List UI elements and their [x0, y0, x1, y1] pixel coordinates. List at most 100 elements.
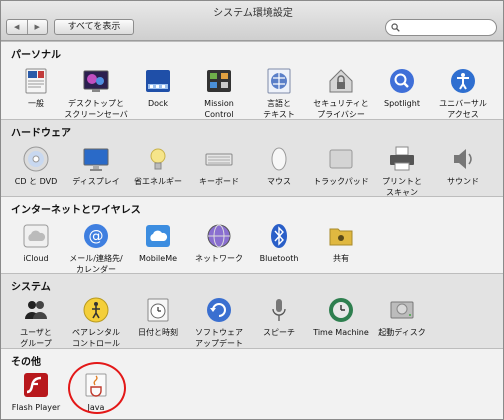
- pane-label: 共有: [333, 254, 349, 263]
- pane-sharing[interactable]: 共有: [309, 221, 373, 264]
- pane-label: 日付と時刻: [138, 328, 178, 337]
- cd-dvd-icon: [23, 146, 49, 172]
- icloud-icon: [23, 224, 49, 248]
- pane-sound[interactable]: サウンド: [431, 144, 495, 187]
- pane-language-text[interactable]: 言語と テキスト: [247, 66, 311, 120]
- pane-security-privacy[interactable]: セキュリティと プライバシー: [309, 66, 373, 120]
- pane-network[interactable]: ネットワーク: [187, 221, 251, 264]
- section-title: その他: [11, 357, 41, 368]
- pane-label: 起動ディスク: [378, 328, 426, 337]
- section-personal: パーソナル 一般 デスクトップと スクリーンセーバ Dock Mission C…: [1, 41, 503, 120]
- pane-dock[interactable]: Dock: [126, 66, 190, 109]
- pane-mail-contacts-calendar[interactable]: @ メール/連絡先/ カレンダー: [64, 221, 128, 275]
- mobileme-icon: [146, 225, 170, 247]
- pane-label: Time Machine: [313, 328, 369, 337]
- pane-label: ユーザと グループ: [20, 328, 52, 348]
- pane-label: セキュリティと プライバシー: [313, 99, 369, 119]
- pane-label: デスクトップと スクリーンセーバ: [64, 99, 128, 119]
- pane-keyboard[interactable]: キーボード: [187, 144, 251, 187]
- pane-speech[interactable]: スピーチ: [247, 295, 311, 338]
- pane-label: ペアレンタル コントロール: [72, 328, 120, 348]
- pane-label: ネットワーク: [195, 254, 243, 263]
- pane-universal-access[interactable]: ユニバーサル アクセス: [431, 66, 495, 120]
- pane-time-machine[interactable]: Time Machine: [309, 295, 373, 338]
- pane-date-time[interactable]: 日付と時刻: [126, 295, 190, 338]
- pane-label: ディスプレイ: [72, 177, 120, 186]
- mission-control-icon: [207, 70, 231, 92]
- pane-trackpad[interactable]: トラックパッド: [309, 144, 373, 187]
- annotation-circle: [68, 362, 126, 414]
- section-hardware: ハードウェア CD と DVD ディスプレイ 省エネルギー キーボード マウス …: [1, 119, 503, 198]
- title-bar: システム環境設定 ◀ ▶ すべてを表示: [1, 1, 503, 41]
- pane-startup-disk[interactable]: 起動ディスク: [370, 295, 434, 338]
- pane-label: Mission Control: [204, 99, 234, 119]
- microphone-icon: [272, 299, 286, 321]
- pane-print-scan[interactable]: プリントと スキャン: [370, 144, 434, 198]
- window-title: システム環境設定: [213, 8, 293, 19]
- pane-label: Flash Player: [11, 403, 61, 412]
- section-title: システム: [11, 282, 51, 293]
- pane-label: Dock: [147, 99, 169, 108]
- pane-display[interactable]: ディスプレイ: [64, 144, 128, 187]
- pane-energy-saver[interactable]: 省エネルギー: [126, 144, 190, 187]
- pane-label: プリントと スキャン: [382, 177, 422, 197]
- universal-access-icon: [451, 69, 475, 93]
- pane-label: MobileMe: [138, 254, 178, 263]
- shared-folder-icon: [329, 228, 353, 246]
- system-preferences-window: システム環境設定 ◀ ▶ すべてを表示 パーソナル 一般 デスクトップと スクリ…: [0, 0, 504, 420]
- pane-label: スピーチ: [263, 328, 295, 337]
- pane-software-update[interactable]: ソフトウェア アップデート: [187, 295, 251, 349]
- pane-users-groups[interactable]: ユーザと グループ: [4, 295, 68, 349]
- energy-saver-icon: [150, 148, 166, 170]
- search-input[interactable]: [402, 21, 492, 34]
- pane-label: 言語と テキスト: [263, 99, 295, 119]
- general-icon: [25, 68, 47, 94]
- keyboard-icon: [205, 153, 233, 166]
- bluetooth-icon: [271, 224, 287, 248]
- security-privacy-icon: [329, 69, 353, 93]
- section-internet-wireless: インターネットとワイヤレス iCloud @ メール/連絡先/ カレンダー Mo…: [1, 196, 503, 275]
- spotlight-icon: [390, 69, 414, 93]
- pane-label: ソフトウェア アップデート: [195, 328, 243, 348]
- pane-parental-controls[interactable]: ペアレンタル コントロール: [64, 295, 128, 349]
- pane-label: キーボード: [199, 177, 239, 186]
- search-field[interactable]: [385, 19, 497, 36]
- time-machine-icon: [329, 298, 353, 322]
- pane-mobileme[interactable]: MobileMe: [126, 221, 190, 264]
- pane-mouse[interactable]: マウス: [247, 144, 311, 187]
- pane-label: Spotlight: [384, 99, 420, 108]
- section-title: パーソナル: [11, 50, 61, 61]
- pane-label: ユニバーサル アクセス: [439, 99, 487, 119]
- pane-label: Bluetooth: [259, 254, 299, 263]
- software-update-icon: [207, 298, 231, 322]
- hard-disk-icon: [390, 301, 414, 319]
- dock-icon: [146, 70, 170, 92]
- language-text-icon: [267, 68, 291, 94]
- back-button[interactable]: ◀: [7, 20, 27, 34]
- pane-desktop-screensaver[interactable]: デスクトップと スクリーンセーバ: [64, 66, 128, 120]
- pane-label: 省エネルギー: [134, 177, 182, 186]
- pane-mission-control[interactable]: Mission Control: [187, 66, 251, 120]
- pane-general[interactable]: 一般: [4, 66, 68, 109]
- speaker-icon: [454, 149, 472, 169]
- pane-cd-dvd[interactable]: CD と DVD: [4, 144, 68, 187]
- section-title: ハードウェア: [11, 128, 71, 139]
- pane-bluetooth[interactable]: Bluetooth: [247, 221, 311, 264]
- trackpad-icon: [329, 149, 353, 169]
- flash-player-icon: [24, 373, 48, 397]
- section-system: システム ユーザと グループ ペアレンタル コントロール 日付と時刻 ソフトウェ…: [1, 273, 503, 349]
- section-title: インターネットとワイヤレス: [11, 205, 141, 216]
- pane-icloud[interactable]: iCloud: [4, 221, 68, 264]
- forward-button[interactable]: ▶: [26, 20, 48, 34]
- clock-icon: [147, 298, 169, 322]
- parental-controls-icon: [83, 297, 109, 323]
- desktop-screensaver-icon: [83, 70, 109, 92]
- pane-label: メール/連絡先/ カレンダー: [69, 254, 123, 274]
- mouse-icon: [271, 147, 287, 171]
- pane-spotlight[interactable]: Spotlight: [370, 66, 434, 109]
- globe-icon: [207, 224, 231, 248]
- pane-flash-player[interactable]: Flash Player: [4, 370, 68, 413]
- back-forward-buttons: ◀ ▶: [6, 19, 48, 35]
- show-all-button[interactable]: すべてを表示: [54, 19, 134, 35]
- pane-label: トラックパッド: [313, 177, 369, 186]
